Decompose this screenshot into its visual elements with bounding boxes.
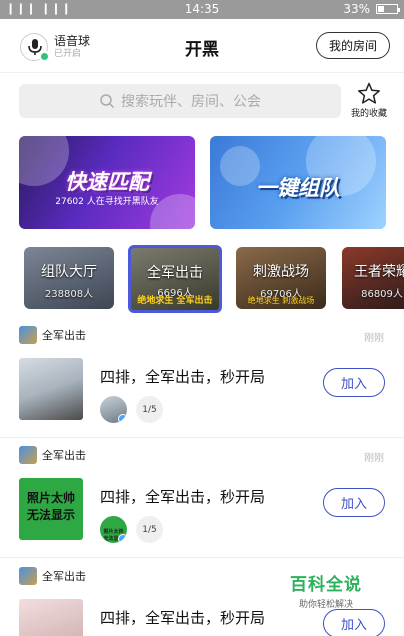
watermark-title: 百科全说 <box>290 575 362 595</box>
avatar: 照片太帅 无法显示 <box>100 516 127 543</box>
mode-tag: 绝地求生 全军出击 <box>137 296 213 306</box>
mode-tile-battlefield[interactable]: 刺激战场 69706人 绝地求生 刺激战场 <box>236 247 326 309</box>
status-bar: ❙❙❙ ❙❙❙ 14:35 33% <box>0 0 404 19</box>
quick-match-title: 快速匹配 <box>65 170 149 194</box>
my-room-button[interactable]: 我的房间 <box>316 32 390 59</box>
post-time: 刚刚 <box>364 333 384 344</box>
header: 语音球 已开启 开黑 我的房间 <box>0 19 404 73</box>
mode-tag: 绝地求生 刺激战场 <box>247 296 315 305</box>
mode-tile-honor-of-kings[interactable]: 王者荣耀 86809人 <box>342 247 404 309</box>
verified-badge-icon <box>118 414 127 423</box>
mode-name: 王者荣耀 <box>354 264 404 280</box>
game-icon <box>19 326 37 344</box>
one-key-team-banner[interactable]: 一键组队 <box>210 136 386 229</box>
room-thumbnail: 照片太帅 无法显示 <box>19 478 83 540</box>
status-right: 33% <box>343 2 400 16</box>
battery-percent: 33% <box>343 2 370 16</box>
favorites-label: 我的收藏 <box>350 109 387 119</box>
star-icon <box>358 82 380 104</box>
join-button[interactable]: 加入 <box>323 609 385 636</box>
room-title: 四排，全军出击，秒开局 <box>100 488 266 506</box>
divider <box>0 437 404 438</box>
game-icon <box>19 446 37 464</box>
search-icon <box>100 94 115 109</box>
member-count: 1/5 <box>136 396 163 423</box>
mode-count: 238808人 <box>44 289 94 300</box>
mode-name: 组队大厅 <box>41 264 97 280</box>
mode-tile-team-lobby[interactable]: 组队大厅 238808人 <box>24 247 114 309</box>
list-item[interactable]: 全军出击 刚刚 照片太帅 无法显示 四排，全军出击，秒开局 照片太帅 无法显示 … <box>0 446 404 556</box>
one-key-team-title: 一键组队 <box>256 176 340 200</box>
list-item[interactable]: 全军出击 刚刚 四排，全军出击，秒开局 1/5 加入 <box>0 326 404 436</box>
quick-match-subtitle: 27602 人在寻找开黑队友 <box>55 197 159 207</box>
join-button[interactable]: 加入 <box>323 488 385 517</box>
battery-icon <box>376 4 400 14</box>
watermark: 百科全说 助你轻松解决 <box>290 570 362 610</box>
mode-tile-all-out[interactable]: 全军出击 6696人 绝地求生 全军出击 <box>128 245 222 313</box>
mode-name: 刺激战场 <box>253 264 309 280</box>
join-button[interactable]: 加入 <box>323 368 385 397</box>
room-title: 四排，全军出击，秒开局 <box>100 609 266 627</box>
quick-match-banner[interactable]: 快速匹配 27602 人在寻找开黑队友 <box>19 136 195 229</box>
room-thumbnail <box>19 599 83 636</box>
game-name: 全军出击 <box>42 570 86 583</box>
member-count: 1/5 <box>136 516 163 543</box>
game-mode-row: 组队大厅 238808人 全军出击 6696人 绝地求生 全军出击 刺激战场 6… <box>0 243 404 315</box>
game-icon <box>19 567 37 585</box>
room-thumbnail <box>19 358 83 420</box>
mode-count: 86809人 <box>361 289 403 300</box>
favorites-button[interactable]: 我的收藏 <box>346 82 392 119</box>
post-time: 刚刚 <box>364 453 384 464</box>
divider <box>0 557 404 558</box>
watermark-subtitle: 助你轻松解决 <box>298 600 353 610</box>
avatar <box>100 396 127 423</box>
mode-name: 全军出击 <box>147 265 203 281</box>
game-name: 全军出击 <box>42 329 86 342</box>
verified-badge-icon <box>118 534 127 543</box>
search-input[interactable]: 搜索玩伴、房间、公会 <box>19 84 341 118</box>
room-title: 四排，全军出击，秒开局 <box>100 368 266 386</box>
search-placeholder: 搜索玩伴、房间、公会 <box>121 94 261 110</box>
game-name: 全军出击 <box>42 449 86 462</box>
